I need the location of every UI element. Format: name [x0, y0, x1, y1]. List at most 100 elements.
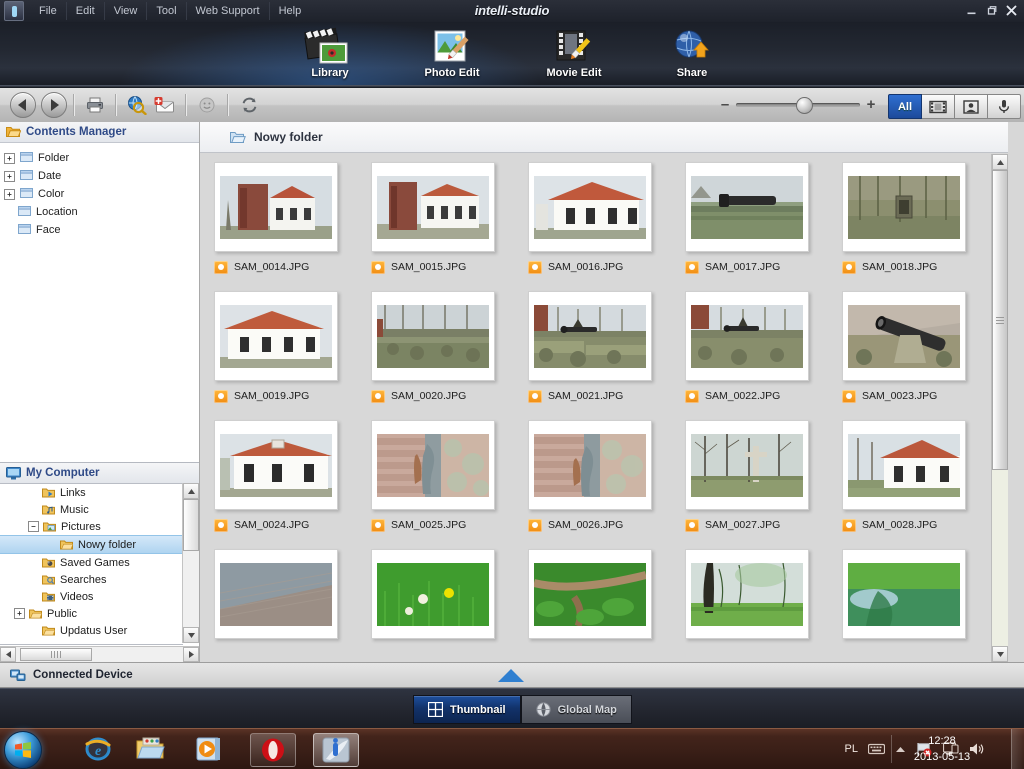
- menu-item-file[interactable]: File: [30, 2, 67, 20]
- thumbnail-item[interactable]: [214, 549, 357, 639]
- tree-item-folder[interactable]: + Folder: [4, 149, 199, 167]
- content-scroll-track[interactable]: [992, 470, 1008, 646]
- thumbnail-frame[interactable]: [214, 291, 338, 381]
- scroll-up-button[interactable]: [183, 483, 199, 499]
- zoom-knob[interactable]: [795, 97, 813, 114]
- thumbnail-item[interactable]: SAM_0026.JPG: [528, 420, 671, 533]
- thumbnail-item[interactable]: SAM_0025.JPG: [371, 420, 514, 533]
- mode-button-share[interactable]: Share: [626, 26, 758, 86]
- tab-global-map[interactable]: Global Map: [520, 695, 632, 724]
- tree-item-videos[interactable]: Videos: [0, 588, 183, 605]
- minimize-button[interactable]: [962, 2, 980, 18]
- face-button[interactable]: [193, 92, 221, 118]
- filter-video-button[interactable]: [922, 94, 955, 119]
- thumbnail-frame[interactable]: [685, 162, 809, 252]
- tree-item-nowy-folder[interactable]: Nowy folder: [0, 535, 183, 554]
- thumbnail-frame[interactable]: [842, 162, 966, 252]
- content-vertical-scrollbar[interactable]: [991, 154, 1008, 662]
- thumbnail-item[interactable]: [685, 549, 828, 639]
- restore-button[interactable]: [982, 2, 1000, 18]
- tree-item-music[interactable]: Music: [0, 501, 183, 518]
- taskbar-opera[interactable]: [250, 733, 296, 767]
- thumbnail-frame[interactable]: [842, 420, 966, 510]
- show-desktop-button[interactable]: [1011, 729, 1024, 769]
- sidebar-horizontal-scrollbar[interactable]: [0, 646, 199, 663]
- zoom-out-label[interactable]: –: [718, 97, 732, 112]
- print-button[interactable]: [81, 92, 109, 118]
- sidebar-vertical-scrollbar[interactable]: [182, 483, 199, 643]
- thumbnail-item[interactable]: [842, 549, 985, 639]
- taskbar-internet-explorer[interactable]: e: [76, 733, 120, 765]
- thumbnail-frame[interactable]: [214, 549, 338, 639]
- content-scroll-up-button[interactable]: [992, 154, 1008, 170]
- thumbnail-item[interactable]: [528, 549, 671, 639]
- zoom-track[interactable]: [736, 97, 860, 114]
- back-button[interactable]: [10, 92, 36, 118]
- filter-photo-button[interactable]: [955, 94, 988, 119]
- expander-color[interactable]: +: [4, 188, 15, 200]
- forward-button[interactable]: [41, 92, 67, 118]
- tree-item-updatus-user[interactable]: Updatus User: [0, 622, 183, 639]
- thumbnail-frame[interactable]: [842, 291, 966, 381]
- sidebar-hscroll-thumb[interactable]: [20, 648, 92, 661]
- thumbnail-item[interactable]: [371, 549, 514, 639]
- expander-public[interactable]: +: [14, 608, 25, 619]
- scroll-left-button[interactable]: [0, 647, 16, 662]
- mode-button-photo-edit[interactable]: Photo Edit: [386, 26, 518, 86]
- search-button[interactable]: [123, 92, 151, 118]
- thumbnail-item[interactable]: SAM_0020.JPG: [371, 291, 514, 404]
- thumbnail-frame[interactable]: [371, 549, 495, 639]
- thumbnail-frame[interactable]: [685, 420, 809, 510]
- expander-folder[interactable]: +: [4, 152, 15, 164]
- thumbnail-item[interactable]: SAM_0027.JPG: [685, 420, 828, 533]
- import-button[interactable]: [151, 92, 179, 118]
- mode-button-movie-edit[interactable]: Movie Edit: [508, 26, 640, 86]
- thumbnail-item[interactable]: SAM_0016.JPG: [528, 162, 671, 275]
- triangle-up-icon[interactable]: [498, 669, 524, 682]
- tree-item-face[interactable]: Face: [4, 221, 199, 239]
- taskbar-file-explorer[interactable]: [128, 733, 172, 765]
- menu-item-edit[interactable]: Edit: [67, 2, 105, 20]
- content-scroll-down-button[interactable]: [992, 646, 1008, 662]
- menu-item-view[interactable]: View: [105, 2, 148, 20]
- thumbnail-frame[interactable]: [528, 549, 652, 639]
- thumbnail-frame[interactable]: [371, 420, 495, 510]
- tree-item-location[interactable]: Location: [4, 203, 199, 221]
- zoom-in-label[interactable]: +: [864, 97, 878, 112]
- tree-item-pictures[interactable]: – Pictures: [0, 518, 183, 535]
- thumbnail-frame[interactable]: [528, 291, 652, 381]
- thumbnail-frame[interactable]: [371, 162, 495, 252]
- tree-item-searches[interactable]: Searches: [0, 571, 183, 588]
- thumbnail-item[interactable]: SAM_0014.JPG: [214, 162, 357, 275]
- taskbar-clock[interactable]: 12:28 2013-05-13: [896, 733, 988, 765]
- thumbnail-frame[interactable]: [371, 291, 495, 381]
- tree-item-date[interactable]: + Date: [4, 167, 199, 185]
- connected-device-bar[interactable]: Connected Device: [0, 662, 1024, 688]
- scroll-right-button[interactable]: [183, 647, 199, 662]
- menu-item-tool[interactable]: Tool: [147, 2, 187, 20]
- thumbnail-item[interactable]: SAM_0028.JPG: [842, 420, 985, 533]
- menu-item-web-support[interactable]: Web Support: [187, 2, 270, 20]
- start-button[interactable]: [4, 731, 42, 769]
- thumbnail-frame[interactable]: [685, 291, 809, 381]
- refresh-button[interactable]: [235, 92, 263, 118]
- thumbnail-item[interactable]: SAM_0018.JPG: [842, 162, 985, 275]
- taskbar-media-player[interactable]: [188, 733, 232, 765]
- thumbnail-frame[interactable]: [214, 420, 338, 510]
- thumbnail-frame[interactable]: [685, 549, 809, 639]
- scroll-down-button[interactable]: [183, 627, 199, 643]
- expander-pictures[interactable]: –: [28, 521, 39, 532]
- content-scroll-thumb[interactable]: [992, 170, 1008, 470]
- close-button[interactable]: [1002, 2, 1020, 18]
- taskbar-intelli-studio[interactable]: [313, 733, 359, 767]
- thumbnail-item[interactable]: SAM_0024.JPG: [214, 420, 357, 533]
- thumbnail-item[interactable]: SAM_0021.JPG: [528, 291, 671, 404]
- thumbnail-item[interactable]: SAM_0017.JPG: [685, 162, 828, 275]
- tree-item-links[interactable]: Links: [0, 484, 183, 501]
- tray-keyboard[interactable]: [868, 743, 885, 755]
- thumbnail-frame[interactable]: [528, 420, 652, 510]
- sidebar-scroll-thumb[interactable]: [183, 499, 199, 551]
- thumbnail-item[interactable]: SAM_0019.JPG: [214, 291, 357, 404]
- zoom-slider[interactable]: – +: [718, 94, 878, 116]
- thumbnail-item[interactable]: SAM_0023.JPG: [842, 291, 985, 404]
